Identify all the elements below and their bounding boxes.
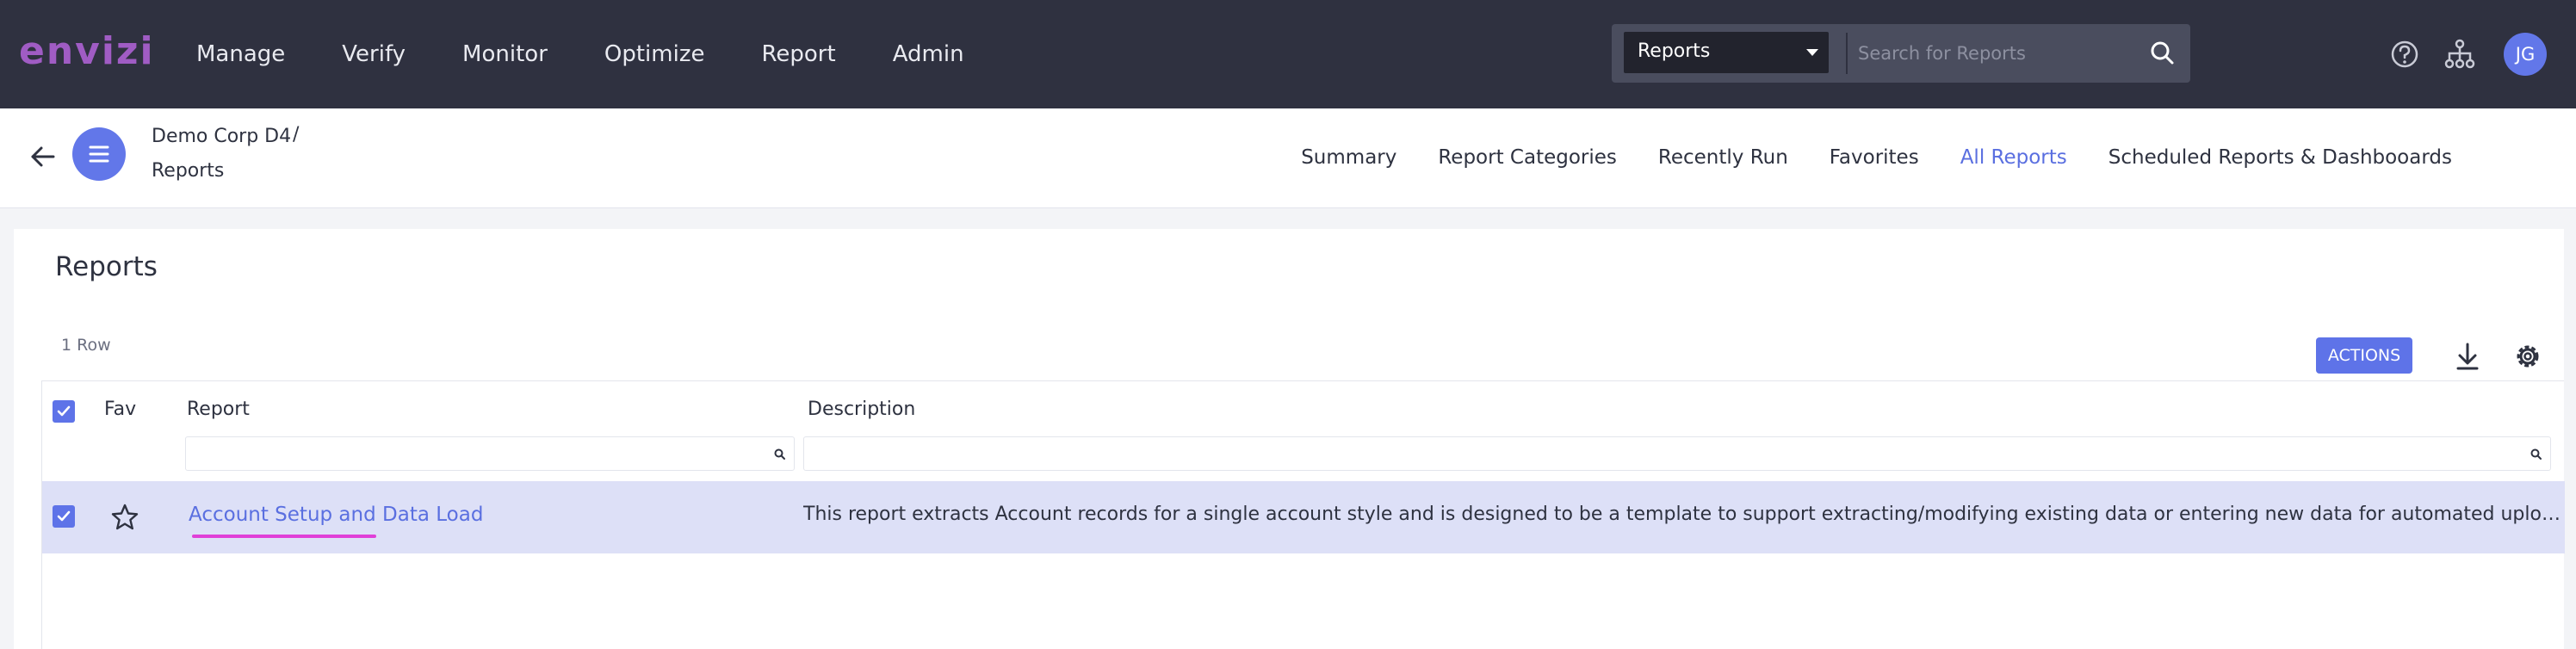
tab-scheduled-reports[interactable]: Scheduled Reports & Dashbooards bbox=[2108, 146, 2452, 169]
column-header-report[interactable]: Report bbox=[187, 399, 250, 420]
tab-all-reports[interactable]: All Reports bbox=[1960, 146, 2067, 169]
select-all-checkbox[interactable] bbox=[53, 400, 75, 423]
report-description: This report extracts Account records for… bbox=[803, 504, 2565, 525]
row-select-checkbox[interactable] bbox=[53, 505, 75, 528]
reports-card: Reports 1 Row ACTIONS Fav Report Descrip… bbox=[14, 229, 2565, 649]
table-row[interactable]: Account Setup and Data Load This report … bbox=[42, 481, 2565, 553]
sub-header: Demo Corp D4 / Reports Summary Report Ca… bbox=[0, 108, 2576, 208]
envizi-logo[interactable]: envizi bbox=[19, 29, 155, 73]
nav-item-admin[interactable]: Admin bbox=[893, 41, 964, 67]
breadcrumb-separator: / bbox=[293, 124, 300, 145]
nav-item-optimize[interactable]: Optimize bbox=[604, 41, 705, 67]
main-nav: Manage Verify Monitor Optimize Report Ad… bbox=[196, 0, 1021, 108]
user-avatar[interactable]: JG bbox=[2504, 33, 2547, 76]
breadcrumb-org[interactable]: Demo Corp D4 bbox=[152, 126, 291, 147]
star-icon[interactable] bbox=[109, 502, 140, 533]
actions-button[interactable]: ACTIONS bbox=[2316, 337, 2412, 374]
search-scope-value: Reports bbox=[1638, 40, 1711, 62]
help-icon[interactable] bbox=[2385, 34, 2424, 74]
breadcrumb-page: Reports bbox=[152, 160, 225, 182]
column-header-fav[interactable]: Fav bbox=[104, 399, 136, 420]
nav-item-verify[interactable]: Verify bbox=[342, 41, 406, 67]
download-icon[interactable] bbox=[2447, 336, 2488, 377]
gear-icon[interactable] bbox=[2507, 336, 2548, 377]
top-bar: envizi Manage Verify Monitor Optimize Re… bbox=[0, 0, 2576, 108]
tab-summary[interactable]: Summary bbox=[1301, 146, 1396, 169]
search-divider bbox=[1846, 33, 1848, 74]
hamburger-icon bbox=[89, 145, 109, 163]
tab-report-categories[interactable]: Report Categories bbox=[1438, 146, 1617, 169]
search-input[interactable] bbox=[1858, 34, 2142, 72]
highlight-underline bbox=[192, 535, 376, 538]
column-header-description[interactable]: Description bbox=[808, 399, 915, 420]
report-link[interactable]: Account Setup and Data Load bbox=[189, 504, 483, 526]
row-count: 1 Row bbox=[61, 336, 111, 355]
page-title: Reports bbox=[55, 251, 158, 282]
caret-down-icon bbox=[1806, 49, 1818, 56]
search-icon bbox=[774, 448, 785, 460]
hierarchy-icon[interactable] bbox=[2440, 34, 2480, 74]
reports-grid: Fav Report Description Account Setup and… bbox=[41, 380, 2565, 649]
sub-nav-tabs: Summary Report Categories Recently Run F… bbox=[1260, 146, 2452, 169]
description-filter-input[interactable] bbox=[803, 436, 2551, 471]
hamburger-menu-button[interactable] bbox=[72, 127, 126, 181]
search-scope-select[interactable]: Reports bbox=[1624, 32, 1829, 73]
report-filter-input[interactable] bbox=[185, 436, 795, 471]
nav-item-report[interactable]: Report bbox=[761, 41, 835, 67]
global-search: Reports bbox=[1612, 24, 2190, 83]
tab-favorites[interactable]: Favorites bbox=[1830, 146, 1919, 169]
search-icon bbox=[2530, 448, 2542, 460]
search-icon[interactable] bbox=[2146, 36, 2180, 71]
nav-item-monitor[interactable]: Monitor bbox=[462, 41, 548, 67]
back-arrow-icon[interactable] bbox=[26, 139, 60, 174]
tab-recently-run[interactable]: Recently Run bbox=[1658, 146, 1788, 169]
nav-item-manage[interactable]: Manage bbox=[196, 41, 285, 67]
